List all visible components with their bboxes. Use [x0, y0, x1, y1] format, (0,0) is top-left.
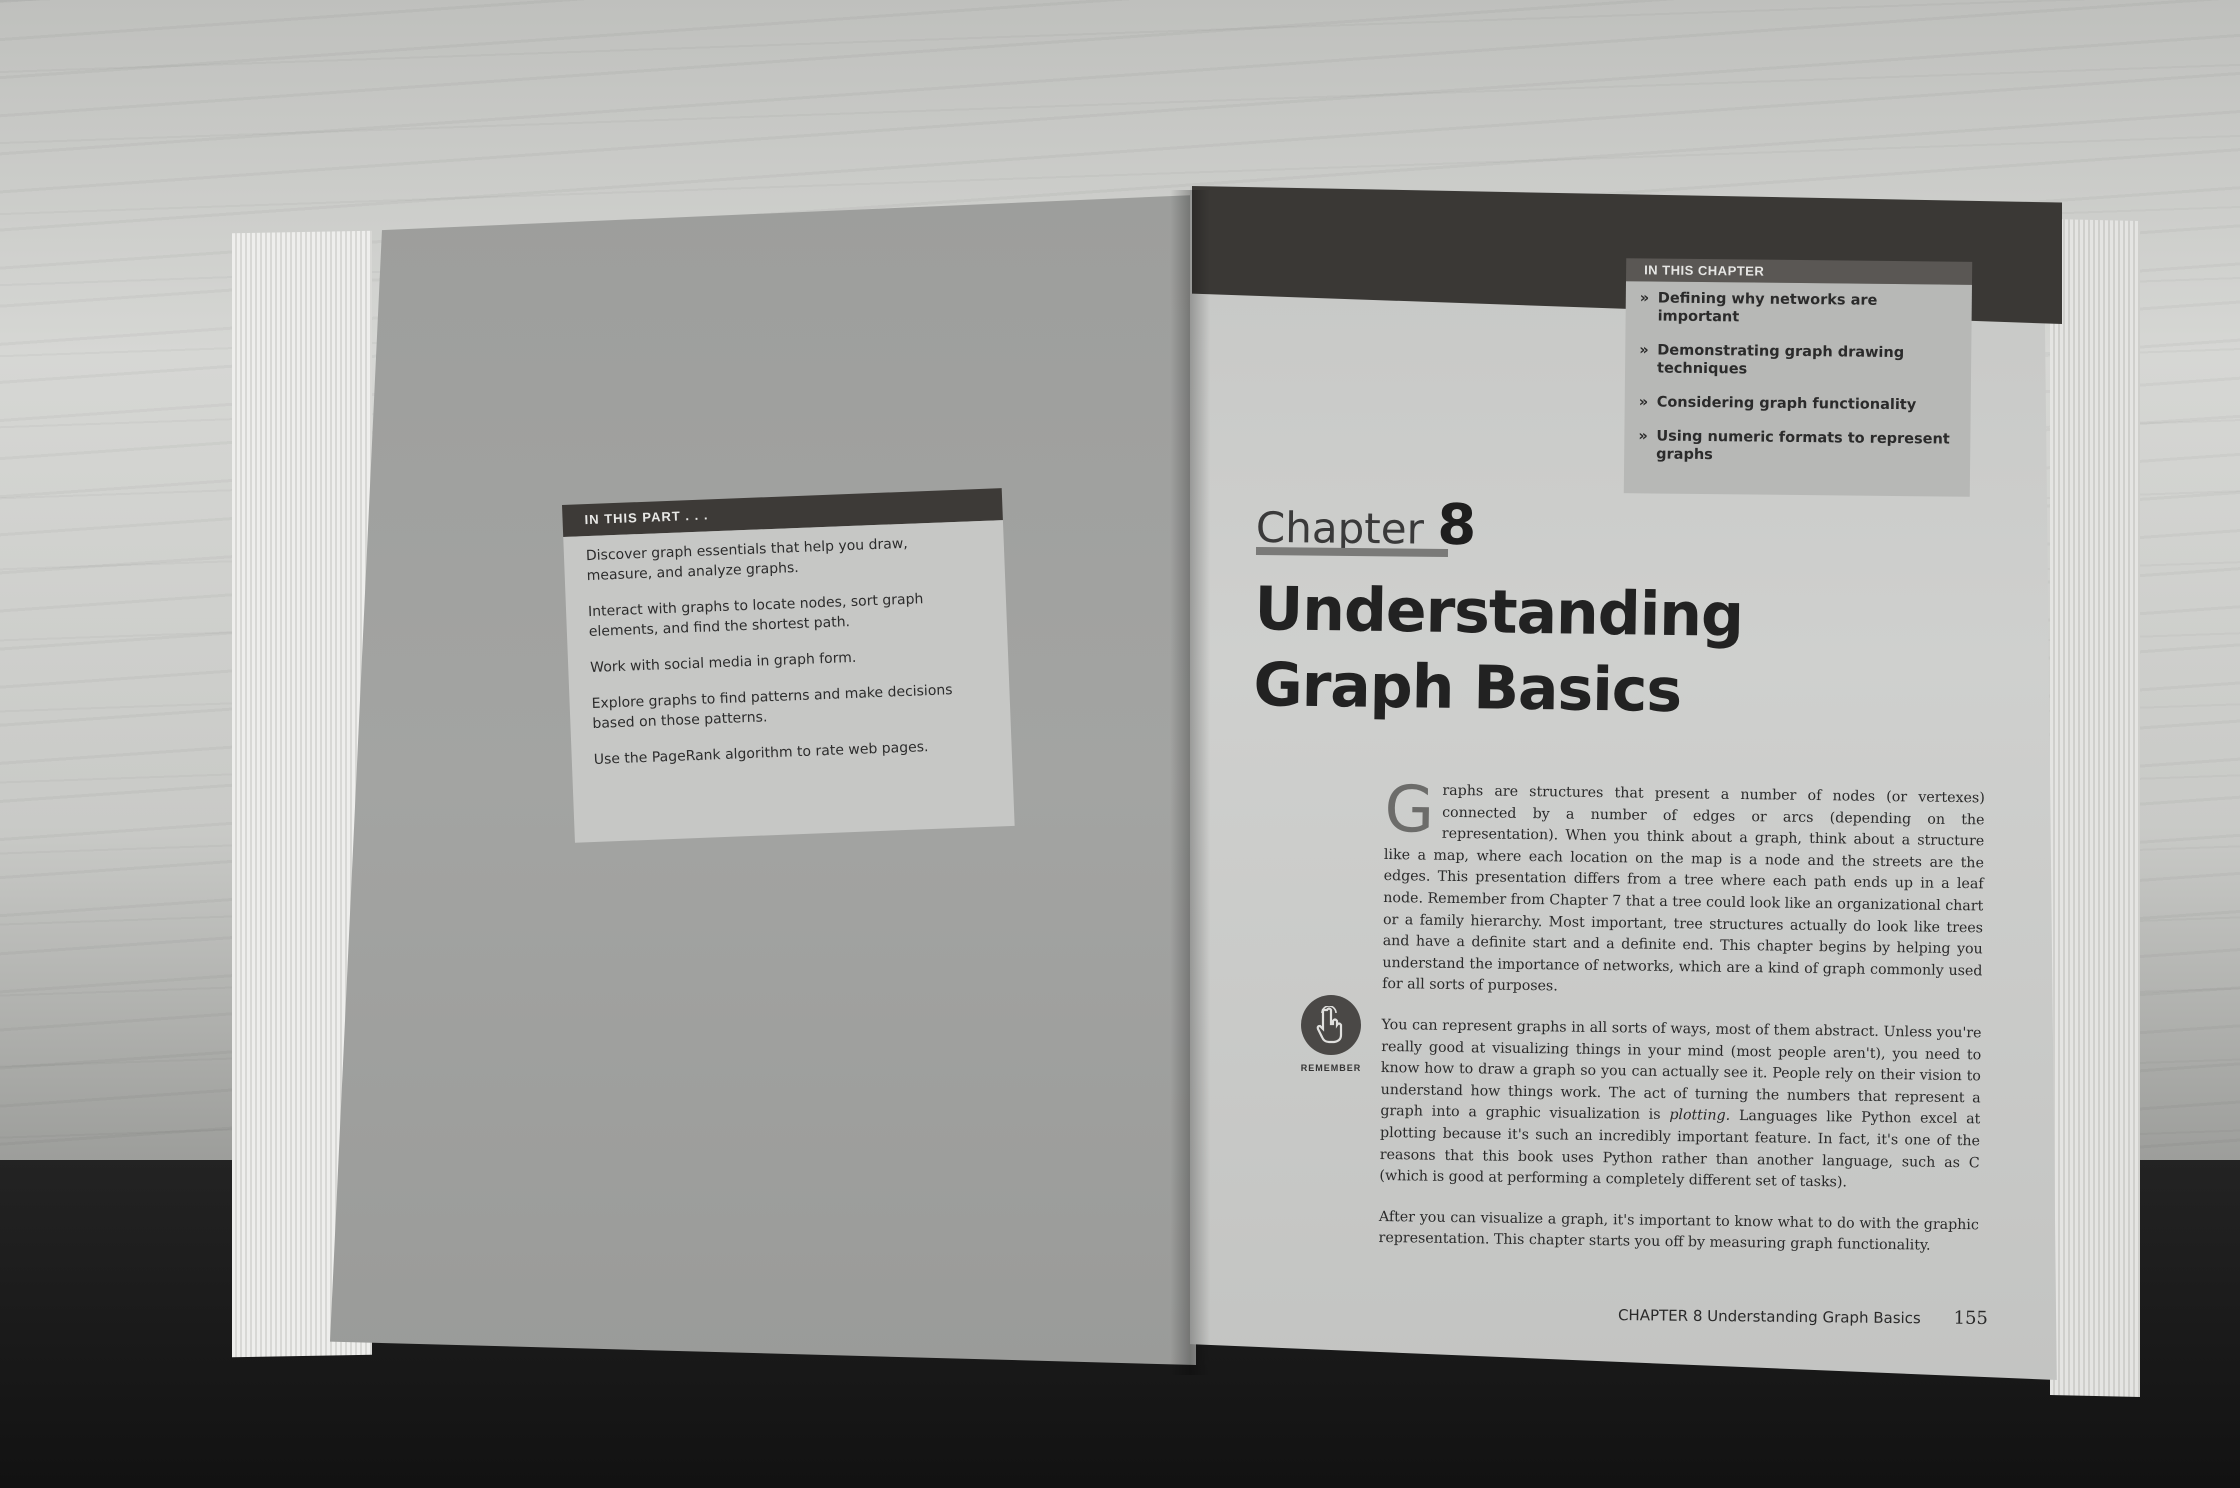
bullet-icon: »	[1638, 428, 1648, 445]
chapter-item-label: Defining why networks are important	[1657, 290, 1878, 326]
footer-title: Understanding Graph Basics	[1707, 1306, 1921, 1328]
chapter-title-line: Understanding	[1254, 574, 1744, 651]
chapter-body: Graphs are structures that present a num…	[1378, 773, 1985, 1277]
bullet-icon: »	[1638, 394, 1649, 411]
paragraph-text: raphs are structures that present a numb…	[1382, 782, 1985, 995]
remember-callout: REMEMBER	[1296, 995, 1366, 1073]
pointing-hand-icon-svg	[1316, 1006, 1343, 1044]
in-this-part-box: IN THIS PART . . . Discover graph essent…	[562, 488, 1015, 843]
body-paragraph: After you can visualize a graph, it's im…	[1378, 1208, 1979, 1254]
chapter-item: » Considering graph functionality	[1639, 393, 1957, 414]
pointing-hand-icon	[1301, 995, 1361, 1055]
remember-label: REMEMBER	[1300, 1063, 1362, 1073]
page-number: 155	[1953, 1307, 1989, 1329]
body-paragraph: You can represent graphs in all sorts of…	[1379, 1015, 1981, 1196]
footer-chapter: CHAPTER 8	[1617, 1306, 1703, 1325]
chapter-title: Understanding Graph Basics	[1253, 571, 1815, 731]
part-item: Explore graphs to find patterns and make…	[591, 682, 953, 732]
chapter-item: » Demonstrating graph drawing techniques	[1639, 341, 1957, 380]
book-gutter	[1170, 190, 1210, 1375]
in-this-part-list: Discover graph essentials that help you …	[563, 520, 1015, 843]
body-paragraph: Graphs are structures that present a num…	[1382, 773, 1985, 1004]
emphasis-text: plotting.	[1669, 1107, 1731, 1125]
in-this-chapter-box: IN THIS CHAPTER » Defining why networks …	[1623, 258, 1973, 497]
chapter-item: » Defining why networks are important	[1640, 289, 1958, 328]
bullet-icon: »	[1639, 290, 1650, 307]
part-item: Work with social media in graph form.	[589, 649, 857, 677]
bullet-icon: »	[1639, 342, 1649, 359]
chapter-title-line: Graph Basics	[1253, 650, 1682, 727]
chapter-item: » Using numeric formats to represent gra…	[1638, 427, 1956, 466]
part-item: Discover graph essentials that help you …	[585, 535, 908, 585]
chapter-word: Chapter	[1255, 502, 1425, 554]
in-this-chapter-list: » Defining why networks are important » …	[1623, 281, 1972, 497]
chapter-item-label: Using numeric formats to represent graph…	[1656, 428, 1950, 464]
part-item: Interact with graphs to locate nodes, so…	[587, 591, 924, 641]
chapter-item-label: Considering graph functionality	[1656, 394, 1917, 414]
page-footer: CHAPTER 8 Understanding Graph Basics 155	[1618, 1304, 1988, 1329]
drop-cap: G	[1384, 773, 1435, 848]
right-page-stack	[2050, 219, 2140, 1397]
chapter-item-label: Demonstrating graph drawing techniques	[1657, 342, 1905, 378]
part-item: Use the PageRank algorithm to rate web p…	[593, 739, 929, 768]
